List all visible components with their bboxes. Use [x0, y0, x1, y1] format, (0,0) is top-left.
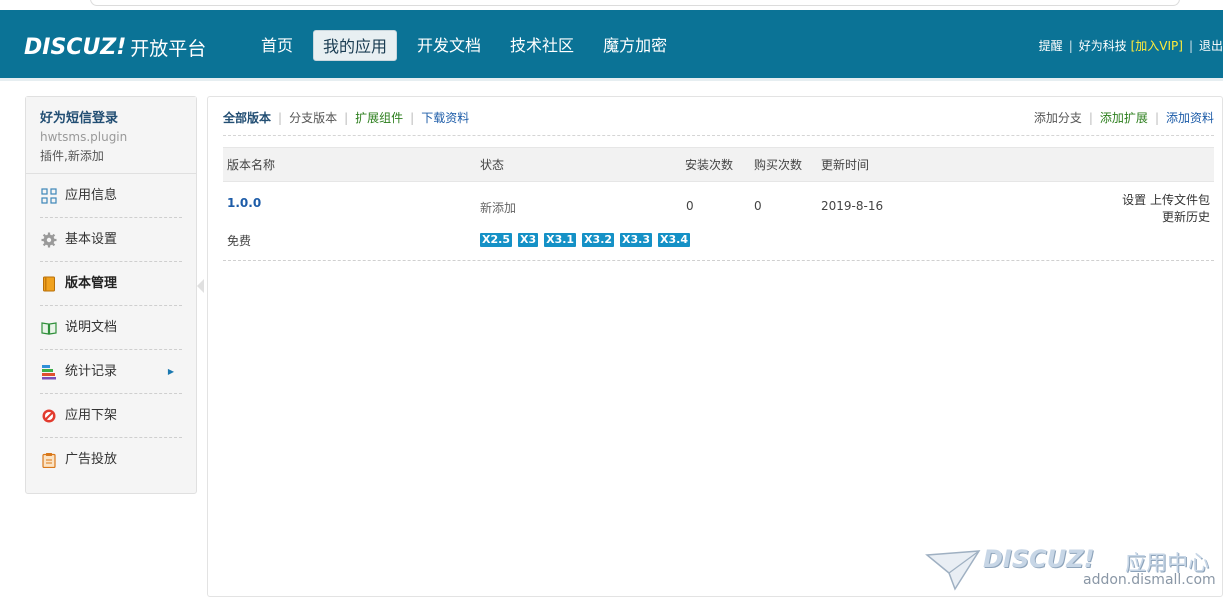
- browser-top-strip: [0, 0, 1223, 10]
- table-header: 版本名称 状态 安装次数 购买次数 更新时间: [223, 147, 1214, 182]
- clipboard-icon: [42, 453, 56, 468]
- separator: |: [278, 111, 283, 125]
- column-header-updated: 更新时间: [821, 158, 870, 172]
- column-header-status: 状态: [480, 158, 505, 172]
- updated-date: 2019-8-16: [821, 199, 884, 213]
- username-link[interactable]: 好为科技: [1079, 39, 1127, 53]
- version-name-link[interactable]: 1.0.0: [227, 196, 261, 210]
- nav-home[interactable]: 首页: [252, 30, 302, 61]
- column-header-installs: 安装次数: [685, 158, 734, 172]
- nav-dev-docs[interactable]: 开发文档: [408, 30, 490, 61]
- sidebar-item-label: 说明文档: [65, 320, 118, 335]
- sidebar-item-basic-settings[interactable]: 基本设置: [40, 218, 182, 262]
- tab-all-versions[interactable]: 全部版本: [223, 111, 271, 125]
- watermark-logo: DISCUZ!: [983, 545, 1095, 573]
- table-row: 1.0.0 免费 新添加 X2.5 X3 X3.1 X3.2 X3.3 X3.4…: [223, 183, 1214, 261]
- address-bar-edge: [90, 0, 1180, 6]
- version-status: 新添加: [480, 201, 517, 215]
- separator: |: [410, 111, 415, 125]
- sidebar-item-app-info[interactable]: 应用信息: [40, 174, 182, 218]
- gear-icon: [41, 232, 57, 248]
- compat-badges: X2.5 X3 X3.1 X3.2 X3.3 X3.4: [480, 233, 696, 247]
- sidebar-item-label: 应用信息: [65, 188, 118, 203]
- app-title: 好为短信登录: [40, 111, 119, 126]
- row-actions: 设置 上传文件包 更新历史: [1122, 192, 1210, 226]
- main-nav: 首页 我的应用 开发文档 技术社区 魔方加密: [252, 30, 687, 61]
- watermark: DISCUZ! 应用中心 addon.dismall.com: [925, 545, 1216, 595]
- grid-icon: [41, 188, 57, 204]
- site-logo[interactable]: DISCUZ! 开放平台: [24, 32, 206, 62]
- user-bar: 提醒 | 好为科技 [加入VIP] | 退出: [1039, 37, 1223, 54]
- compat-badge: X3.1: [544, 233, 577, 247]
- settings-link[interactable]: 设置: [1122, 193, 1146, 207]
- separator: |: [1068, 39, 1073, 53]
- separator: |: [344, 111, 349, 125]
- update-history-link[interactable]: 更新历史: [1162, 210, 1210, 224]
- add-actions: 添加分支 | 添加扩展 | 添加资料: [1034, 109, 1214, 126]
- watermark-url: addon.dismall.com: [1083, 572, 1216, 588]
- chevron-right-icon: ▶: [167, 367, 174, 376]
- add-branch-link[interactable]: 添加分支: [1034, 111, 1082, 125]
- sidebar-item-label: 广告投放: [65, 452, 118, 467]
- logo-text: DISCUZ!: [24, 34, 127, 60]
- tab-downloads[interactable]: 下载资料: [421, 111, 469, 125]
- version-subtabs: 全部版本 | 分支版本 | 扩展组件 | 下载资料: [223, 109, 469, 126]
- book-icon: [43, 276, 55, 292]
- tab-branch-versions[interactable]: 分支版本: [289, 111, 337, 125]
- install-count: 0: [686, 199, 694, 213]
- separator: |: [1088, 111, 1093, 125]
- tab-extensions[interactable]: 扩展组件: [355, 111, 403, 125]
- nav-encryption[interactable]: 魔方加密: [594, 30, 676, 61]
- version-panel: 全部版本 | 分支版本 | 扩展组件 | 下载资料 添加分支 | 添加扩展 | 添加资料 版本名称 …: [207, 96, 1223, 597]
- sidebar-item-docs[interactable]: 说明文档: [40, 306, 182, 350]
- nav-my-apps[interactable]: 我的应用: [313, 30, 398, 61]
- app-summary: 好为短信登录 hwtsms.plugin 插件,新添加: [26, 97, 196, 174]
- stack-icon: [42, 365, 56, 380]
- active-item-pointer: [197, 279, 204, 293]
- column-header-version: 版本名称: [227, 158, 276, 172]
- sidebar-item-label: 应用下架: [65, 408, 118, 423]
- remind-link[interactable]: 提醒: [1039, 39, 1063, 53]
- paper-plane-icon: [925, 550, 981, 591]
- add-extension-link[interactable]: 添加扩展: [1100, 111, 1148, 125]
- version-price: 免费: [227, 234, 252, 248]
- nav-community[interactable]: 技术社区: [501, 30, 583, 61]
- logout-link[interactable]: 退出: [1199, 39, 1223, 53]
- logo-subtitle: 开放平台: [130, 37, 207, 60]
- separator: |: [1154, 111, 1159, 125]
- add-resource-link[interactable]: 添加资料: [1166, 111, 1214, 125]
- sidebar-item-version-management[interactable]: 版本管理: [40, 262, 182, 306]
- app-identifier: hwtsms.plugin: [40, 130, 128, 144]
- compat-badge: X3.4: [658, 233, 690, 247]
- compat-badge: X2.5: [480, 233, 512, 247]
- separator: |: [1188, 39, 1193, 53]
- compat-badge: X3.2: [582, 233, 615, 247]
- upload-package-link[interactable]: 上传文件包: [1150, 193, 1210, 207]
- app-status: 插件,新添加: [40, 149, 104, 163]
- compat-badge: X3: [517, 233, 539, 247]
- sidebar-item-ads[interactable]: 广告投放: [40, 438, 182, 482]
- join-vip-link[interactable]: [加入VIP]: [1131, 39, 1183, 53]
- sidebar-item-label: 版本管理: [65, 276, 118, 291]
- app-sidebar: 好为短信登录 hwtsms.plugin 插件,新添加 应用信息 基本设置 版本…: [25, 96, 197, 494]
- purchase-count: 0: [754, 199, 762, 213]
- column-header-purchases: 购买次数: [754, 158, 803, 172]
- sidebar-item-label: 基本设置: [65, 232, 118, 247]
- open-book-icon: [41, 322, 57, 335]
- no-entry-icon: [42, 409, 56, 423]
- sidebar-item-unlist[interactable]: 应用下架: [40, 394, 182, 438]
- site-header: DISCUZ! 开放平台 首页 我的应用 开发文档 技术社区 魔方加密 提醒 | 好…: [0, 10, 1223, 81]
- sidebar-menu: 应用信息 基本设置 版本管理 说明文档 统计记录 ▶ 应用下架 广告投放: [26, 174, 196, 482]
- divider: [223, 135, 1214, 136]
- sidebar-item-statistics[interactable]: 统计记录 ▶: [40, 350, 182, 394]
- sidebar-item-label: 统计记录: [65, 364, 118, 379]
- compat-badge: X3.3: [620, 233, 653, 247]
